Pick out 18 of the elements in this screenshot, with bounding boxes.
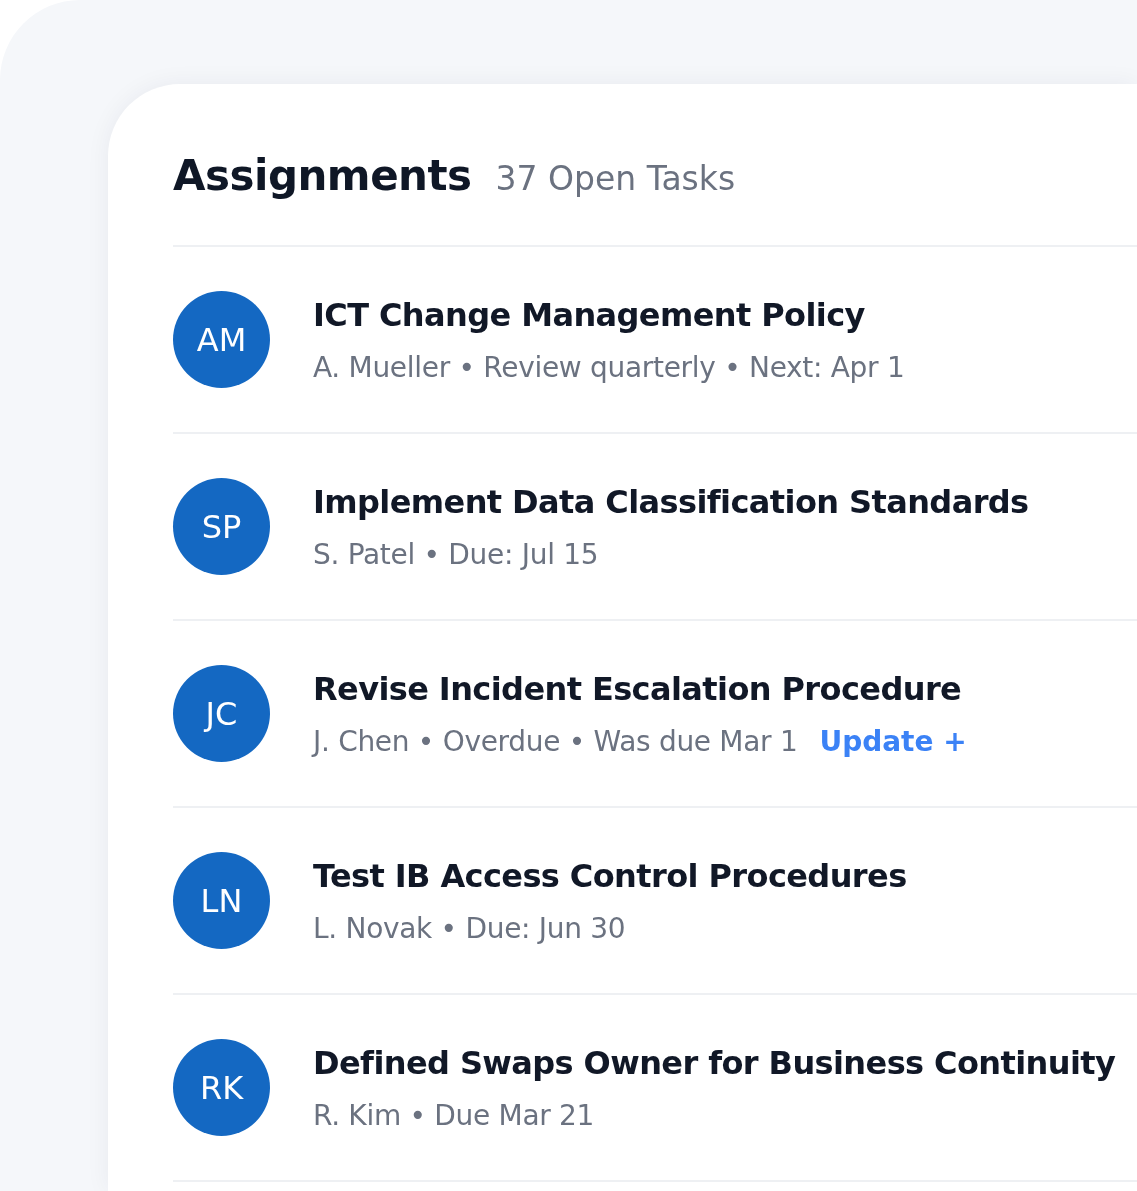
avatar: LN bbox=[173, 852, 270, 949]
task-title[interactable]: Defined Swaps Owner for Business Continuity bbox=[313, 1038, 1116, 1087]
page-title: Assignments bbox=[173, 150, 472, 202]
task-meta: L. Novak • Due: Jun 30 bbox=[313, 910, 626, 947]
task-meta: J. Chen • Overdue • Was due Mar 1 bbox=[313, 723, 798, 760]
task-title[interactable]: ICT Change Management Policy bbox=[313, 290, 905, 339]
task-meta: S. Patel • Due: Jul 15 bbox=[313, 536, 599, 573]
task-title[interactable]: Test IB Access Control Procedures bbox=[313, 851, 907, 900]
avatar: AM bbox=[173, 291, 270, 388]
task-meta: R. Kim • Due Mar 21 bbox=[313, 1097, 595, 1134]
task-count: 37 Open Tasks bbox=[495, 158, 736, 200]
task-meta: A. Mueller • Review quarterly • Next: Apr 1 bbox=[313, 349, 905, 386]
update-link[interactable]: Update + bbox=[819, 720, 967, 763]
avatar: JC bbox=[173, 665, 270, 762]
task-title[interactable]: Revise Incident Escalation Procedure bbox=[313, 664, 967, 713]
avatar: RK bbox=[173, 1039, 270, 1136]
avatar: SP bbox=[173, 478, 270, 575]
task-title[interactable]: Implement Data Classification Standards bbox=[313, 477, 1029, 526]
